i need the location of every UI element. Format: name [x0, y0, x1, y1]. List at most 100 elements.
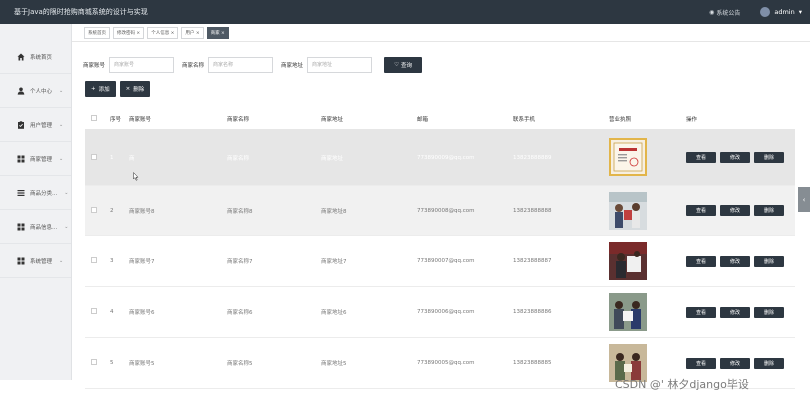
watermark-text: CSDN @' 林夕django毕设	[615, 378, 749, 391]
license-image[interactable]	[609, 293, 647, 331]
heart-icon: ♡	[394, 61, 399, 68]
sidebar-item-label: 用户管理	[30, 122, 53, 129]
cell-address: 商家地址	[321, 155, 344, 162]
view-button[interactable]: 查看	[686, 152, 716, 163]
cell-index: 5	[110, 360, 114, 366]
view-button[interactable]: 查看	[686, 255, 716, 267]
cell-account: 商家账号8	[129, 208, 155, 215]
delete-row-button[interactable]: 删除	[754, 306, 784, 318]
row-checkbox[interactable]	[91, 257, 97, 265]
cell-account: 商	[129, 155, 135, 162]
tab-users[interactable]: 用户 ×	[181, 26, 204, 39]
sidebar-item-products[interactable]: 商品信息... ⌄	[0, 210, 71, 244]
username: admin	[774, 8, 795, 16]
system-notice-link[interactable]: ◉ 系统公告	[709, 8, 740, 17]
name-label: 商家名称	[182, 62, 205, 69]
view-button[interactable]: 查看	[686, 306, 716, 318]
sidebar: 系统首页 个人中心 ⌄ 用户管理 ⌄ 商家管理 ⌄ 商品分类... ⌄ 商品信息…	[0, 24, 72, 380]
search-form: 商家账号 商家账号 商家名称 商家名称 商家地址 商家地址 ♡ 查询	[83, 56, 423, 73]
cell-phone: 13823888887	[513, 258, 552, 264]
add-label: 添加	[98, 87, 110, 93]
chevron-down-icon: ⌄	[59, 87, 64, 94]
delete-row-button[interactable]: 删除	[754, 255, 784, 267]
query-label: 查询	[401, 62, 413, 69]
edit-button[interactable]: 修改	[720, 306, 750, 318]
sidebar-item-label: 商品信息...	[30, 224, 58, 231]
clipboard-icon	[17, 120, 25, 129]
sidebar-item-label: 系统首页	[30, 54, 53, 61]
cell-account: 商家账号7	[129, 259, 155, 265]
tab-profile[interactable]: 个人信息 ×	[147, 26, 179, 39]
row-checkbox[interactable]	[91, 308, 97, 316]
table-row[interactable]: 3 商家账号7 商家名称7 商家地址7 773890007@qq.com 138…	[85, 236, 795, 287]
table-header: 序号 商家账号 商家名称 商家地址 邮箱 联系手机 营业执照 操作	[85, 108, 795, 130]
cell-index: 1	[110, 154, 114, 161]
cell-name: 商家名称7	[227, 259, 253, 265]
merchant-table: 序号 商家账号 商家名称 商家地址 邮箱 联系手机 营业执照 操作 1 商 商家…	[85, 108, 795, 389]
cell-account: 商家账号6	[129, 310, 155, 316]
edit-button[interactable]: 修改	[720, 205, 750, 216]
cell-name: 商家名称8	[227, 208, 253, 215]
collapse-handle[interactable]: ‹	[798, 187, 810, 212]
license-image[interactable]	[609, 192, 647, 230]
delete-row-button[interactable]: 删除	[754, 205, 784, 216]
cell-email: 773890006@qq.com	[417, 309, 475, 315]
delete-button[interactable]: × 删除	[119, 81, 151, 97]
cell-name: 商家名称6	[227, 310, 253, 316]
sidebar-item-label: 商家管理	[30, 156, 53, 163]
col-account: 商家账号	[129, 116, 152, 123]
col-phone: 联系手机	[513, 116, 536, 123]
tab-home[interactable]: 系统首页	[84, 26, 110, 39]
sidebar-item-label: 系统管理	[30, 258, 53, 265]
cell-phone: 13823888885	[513, 360, 552, 366]
delete-row-button[interactable]: 删除	[754, 152, 784, 163]
sidebar-item-categories[interactable]: 商品分类... ⌄	[0, 176, 71, 210]
avatar	[760, 7, 771, 17]
user-menu[interactable]: admin ▾	[760, 7, 802, 17]
cell-account: 商家账号5	[129, 361, 155, 367]
tab-merchants[interactable]: 商家 ×	[206, 26, 229, 39]
row-checkbox[interactable]	[91, 359, 97, 367]
plus-icon: +	[91, 86, 96, 92]
sidebar-item-merchants[interactable]: 商家管理 ⌄	[0, 142, 71, 176]
chevron-down-icon: ⌄	[59, 257, 64, 264]
sidebar-item-home[interactable]: 系统首页	[0, 40, 71, 74]
table-row[interactable]: 2 商家账号8 商家名称8 商家地址8 773890008@qq.com 138…	[85, 186, 795, 236]
license-image[interactable]	[609, 242, 647, 280]
col-license: 营业执照	[609, 116, 632, 123]
grid-icon	[17, 155, 25, 163]
license-image[interactable]	[609, 138, 647, 176]
sidebar-item-label: 个人中心	[30, 88, 53, 95]
row-checkbox[interactable]	[91, 153, 97, 162]
table-actions: + 添加 × 删除	[85, 81, 151, 97]
eye-icon: ◉	[709, 8, 715, 16]
chevron-down-icon: ⌄	[64, 189, 69, 196]
app-title: 基于Java的限时抢购商城系统的设计与实现	[14, 8, 148, 16]
account-label: 商家账号	[83, 62, 106, 69]
query-button[interactable]: ♡ 查询	[384, 56, 423, 73]
edit-button[interactable]: 修改	[720, 255, 750, 267]
name-search-input[interactable]: 商家名称	[208, 56, 274, 73]
delete-row-button[interactable]: 删除	[754, 357, 784, 369]
account-search-input[interactable]: 商家账号	[109, 56, 175, 73]
view-button[interactable]: 查看	[686, 205, 716, 216]
select-all-checkbox[interactable]	[91, 114, 97, 123]
cell-email: 773890009@qq.com	[417, 154, 475, 161]
table-row[interactable]: 4 商家账号6 商家名称6 商家地址6 773890006@qq.com 138…	[85, 287, 795, 338]
list-icon	[17, 189, 25, 197]
edit-button[interactable]: 修改	[720, 152, 750, 163]
sidebar-item-system[interactable]: 系统管理 ⌄	[0, 244, 71, 278]
sidebar-item-profile[interactable]: 个人中心 ⌄	[0, 74, 71, 108]
sidebar-item-users[interactable]: 用户管理 ⌄	[0, 108, 71, 142]
edit-button[interactable]: 修改	[720, 357, 750, 369]
cell-address: 商家地址6	[321, 310, 347, 316]
tab-change-password[interactable]: 修改密码 ×	[113, 26, 145, 39]
add-button[interactable]: + 添加	[85, 81, 116, 97]
view-button[interactable]: 查看	[686, 357, 716, 369]
chevron-left-icon: ‹	[802, 195, 806, 204]
cell-index: 3	[110, 258, 114, 264]
cell-email: 773890007@qq.com	[417, 258, 475, 264]
table-row[interactable]: 1 商 商家名称 商家地址 773890009@qq.com 138238888…	[85, 130, 795, 186]
row-checkbox[interactable]	[91, 206, 97, 215]
address-search-input[interactable]: 商家地址	[307, 56, 373, 73]
